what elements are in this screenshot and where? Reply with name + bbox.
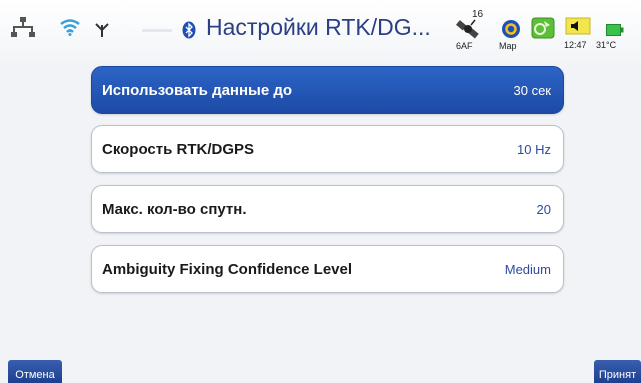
bluetooth-icon	[182, 21, 196, 44]
page-title: Настройки RTK/DG...	[206, 14, 431, 40]
setting-value: 20	[536, 202, 551, 217]
accept-button[interactable]: Принят	[594, 360, 641, 383]
antenna-icon	[95, 22, 109, 43]
satellite-count: 16	[472, 9, 484, 20]
setting-value: 30 сек	[513, 83, 552, 98]
network-icon	[10, 16, 36, 45]
temperature-readout: 31°C	[596, 40, 617, 50]
setting-row-max-satellites[interactable]: Макс. кол-во спутн. 20	[91, 185, 564, 233]
status-bar: Настройки RTK/DG... 16 6AF Map 12:47 31°…	[0, 0, 641, 62]
setting-label: Использовать данные до	[102, 82, 293, 99]
battery-icon	[606, 23, 624, 41]
clock-time: 12:47	[564, 40, 587, 50]
wifi-icon	[60, 18, 80, 41]
setting-label: Ambiguity Fixing Confidence Level	[102, 261, 353, 278]
setting-label: Скорость RTK/DGPS	[102, 141, 255, 158]
volume-icon[interactable]	[565, 17, 591, 40]
cancel-button[interactable]: Отмена	[8, 360, 62, 383]
setting-row-ambiguity-confidence[interactable]: Ambiguity Fixing Confidence Level Medium	[91, 245, 564, 293]
setting-row-use-data-until[interactable]: Использовать данные до 30 сек	[91, 66, 564, 114]
gps-icon[interactable]	[531, 17, 555, 44]
setting-label: Макс. кол-во спутн.	[102, 201, 247, 218]
map-label: Map	[499, 41, 517, 51]
setting-row-rtk-dgps-rate[interactable]: Скорость RTK/DGPS 10 Hz	[91, 125, 564, 173]
signal-line-icon	[142, 29, 172, 32]
satellite-label: 6AF	[456, 41, 473, 51]
setting-value: 10 Hz	[517, 142, 551, 157]
setting-value: Medium	[504, 262, 551, 277]
